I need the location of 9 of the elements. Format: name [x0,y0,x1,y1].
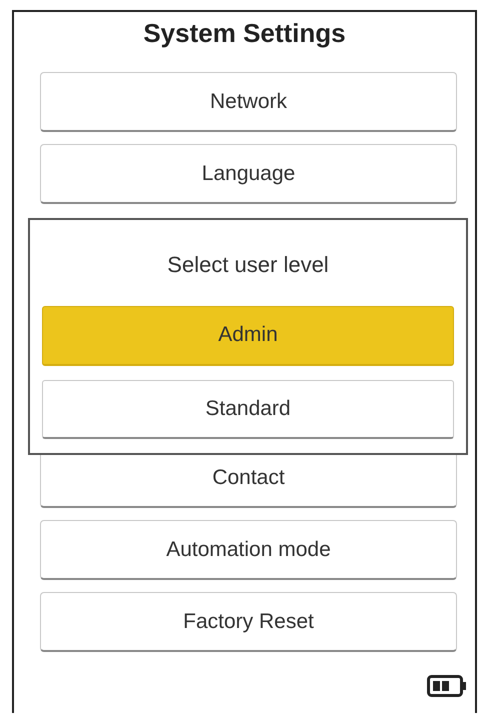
menu-button[interactable]: Network [40,72,457,132]
user-level-option[interactable]: Admin [42,306,454,366]
menu-button[interactable]: Language [40,144,457,204]
screen-title: System Settings [142,17,347,50]
battery-icon [427,675,467,697]
user-level-option[interactable]: Standard [42,380,454,439]
dialog-title: Select user level [166,252,330,278]
menu-button[interactable]: Automation mode [40,520,457,580]
menu-button[interactable]: Factory Reset [40,592,457,652]
